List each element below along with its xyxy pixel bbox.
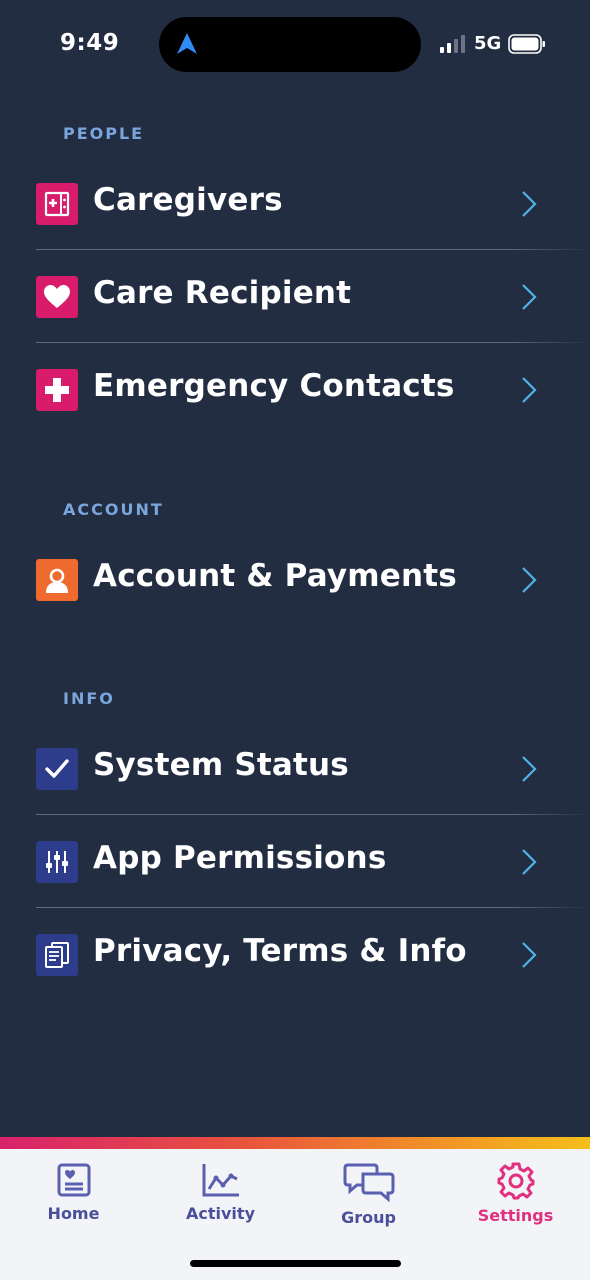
settings-row-care-recipient[interactable]: Care Recipient xyxy=(0,251,590,343)
chevron-right-icon xyxy=(522,567,537,593)
medical-cross-icon xyxy=(36,369,78,411)
chevron-right-icon xyxy=(522,191,537,217)
network-type: 5G xyxy=(474,33,502,54)
caregivers-icon xyxy=(36,183,78,225)
home-icon xyxy=(57,1163,90,1197)
settings-row-caregivers[interactable]: Caregivers xyxy=(0,158,590,250)
divider xyxy=(36,249,590,250)
chevron-right-icon xyxy=(522,849,537,875)
sliders-icon xyxy=(36,841,78,883)
home-indicator[interactable] xyxy=(190,1260,401,1267)
dynamic-island xyxy=(159,17,421,72)
settings-row-label: Account & Payments xyxy=(93,558,457,594)
tab-label: Home xyxy=(47,1204,100,1223)
tab-bar-gradient-stripe xyxy=(0,1137,590,1149)
tab-activity[interactable]: Activity xyxy=(147,1162,294,1232)
chat-bubbles-icon xyxy=(343,1163,394,1202)
settings-row-privacy-terms-info[interactable]: Privacy, Terms & Info xyxy=(0,909,590,1001)
tab-label: Settings xyxy=(477,1206,554,1225)
chevron-right-icon xyxy=(522,756,537,782)
section-title-info: INFO xyxy=(63,689,115,708)
tab-bar: Home Activity Group Settings xyxy=(0,1137,590,1280)
settings-row-label: Caregivers xyxy=(93,182,283,218)
tab-group[interactable]: Group xyxy=(295,1162,442,1232)
settings-row-system-status[interactable]: System Status xyxy=(0,723,590,815)
divider xyxy=(36,907,590,908)
tab-label: Group xyxy=(341,1208,396,1227)
status-time: 9:49 xyxy=(60,30,120,56)
chevron-right-icon xyxy=(522,942,537,968)
cellular-signal-icon xyxy=(440,35,465,53)
settings-row-label: Privacy, Terms & Info xyxy=(93,933,467,969)
divider xyxy=(36,342,590,343)
settings-row-emergency-contacts[interactable]: Emergency Contacts xyxy=(0,344,590,436)
checkmark-icon xyxy=(36,748,78,790)
heart-icon xyxy=(36,276,78,318)
activity-chart-icon xyxy=(202,1164,239,1197)
settings-row-label: Emergency Contacts xyxy=(93,368,455,404)
gear-icon xyxy=(497,1162,534,1200)
tab-home[interactable]: Home xyxy=(0,1162,147,1232)
settings-row-label: Care Recipient xyxy=(93,275,352,311)
battery-icon xyxy=(508,34,545,54)
settings-row-app-permissions[interactable]: App Permissions xyxy=(0,816,590,908)
chevron-right-icon xyxy=(522,377,537,403)
document-icon xyxy=(36,934,78,976)
settings-row-label: System Status xyxy=(93,747,349,783)
tab-label: Activity xyxy=(186,1204,255,1223)
user-icon xyxy=(36,559,78,601)
status-bar: 9:49 5G xyxy=(0,0,590,90)
chevron-right-icon xyxy=(522,284,537,310)
divider xyxy=(36,814,590,815)
tab-settings[interactable]: Settings xyxy=(442,1162,589,1232)
section-title-account: ACCOUNT xyxy=(63,500,164,519)
settings-row-account-payments[interactable]: Account & Payments xyxy=(0,534,590,626)
location-arrow-icon xyxy=(177,33,197,54)
settings-row-label: App Permissions xyxy=(93,840,387,876)
section-title-people: PEOPLE xyxy=(63,124,145,143)
